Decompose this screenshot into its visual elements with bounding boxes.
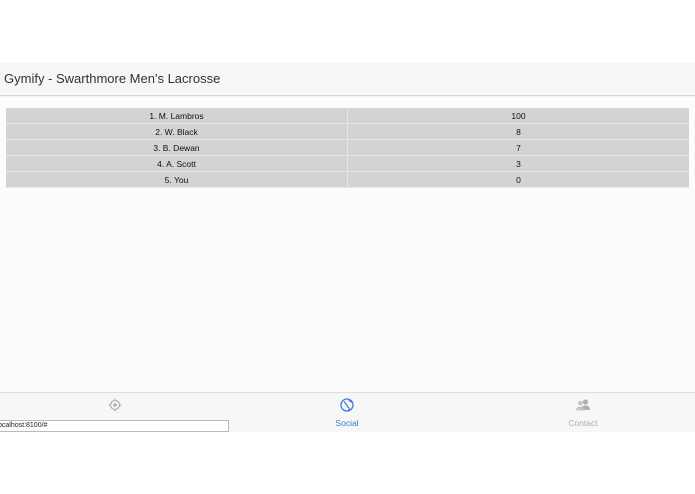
tab-label: Social	[335, 418, 359, 428]
table-row: 1. M. Lambros 100	[6, 108, 689, 124]
player-score: 7	[347, 139, 689, 156]
contacts-icon	[576, 399, 590, 411]
location-target-icon	[108, 398, 122, 412]
globe-icon	[340, 398, 354, 412]
player-name: 2. W. Black	[6, 123, 348, 140]
leaderboard-table: 1. M. Lambros 100 2. W. Black 8 3. B. De…	[6, 108, 689, 188]
table-row: 4. A. Scott 3	[6, 155, 689, 172]
table-row: 2. W. Black 8	[6, 123, 689, 140]
tab-social[interactable]: Social	[232, 393, 462, 432]
player-name: 4. A. Scott	[6, 155, 348, 172]
player-score: 3	[347, 155, 689, 172]
player-score: 100	[347, 108, 689, 124]
player-score: 8	[347, 123, 689, 140]
player-score: 0	[347, 171, 689, 188]
tab-label: Contact	[568, 418, 598, 428]
player-name: 5. You	[6, 171, 348, 188]
status-url-bar: ocalhost:8100/#	[0, 420, 229, 432]
tab-contact[interactable]: Contact	[468, 393, 695, 432]
table-row: 3. B. Dewan 7	[6, 139, 689, 156]
table-row: 5. You 0	[6, 171, 689, 188]
player-name: 3. B. Dewan	[6, 139, 348, 156]
nav-header: Gymify - Swarthmore Men's Lacrosse	[0, 63, 695, 96]
app-view: Gymify - Swarthmore Men's Lacrosse 1. M.…	[0, 63, 695, 432]
player-name: 1. M. Lambros	[6, 108, 348, 124]
page-title: Gymify - Swarthmore Men's Lacrosse	[4, 71, 221, 86]
